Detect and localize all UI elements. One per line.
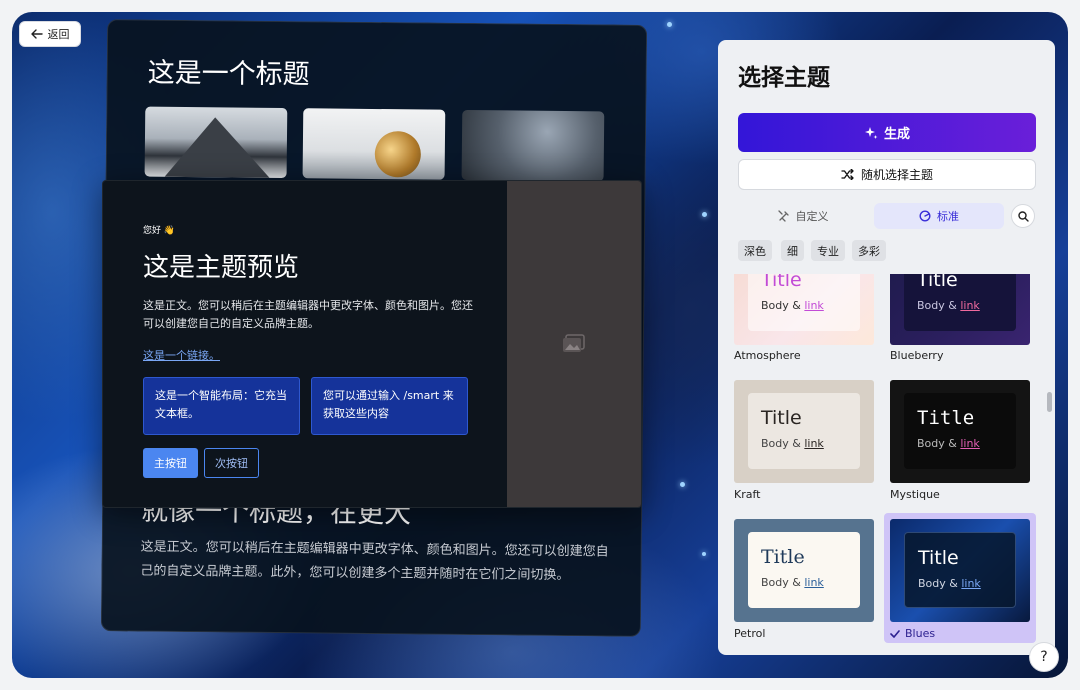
- content-body: 这是正文。您可以稍后在主题编辑器中更改字体、颜色和图片。您还可以创建您自己的自定…: [140, 536, 610, 589]
- theme-title: Title: [917, 407, 1003, 429]
- mountain-image: [145, 107, 288, 178]
- scrollbar[interactable]: [1047, 392, 1052, 412]
- filter-chip-thin[interactable]: 细: [781, 240, 804, 261]
- background-sparkle: [680, 482, 685, 487]
- theme-name: Kraft: [734, 488, 760, 501]
- theme-grid: Title Body & link Atmosphere Title Body …: [730, 274, 1050, 655]
- filter-chip-dark[interactable]: 深色: [738, 240, 772, 261]
- theme-title: Title: [761, 546, 847, 568]
- astronaut-image: [303, 108, 446, 179]
- smart-layout-box: 您可以通过输入 /smart 来获取这些内容: [311, 377, 468, 435]
- primary-button[interactable]: 主按钮: [143, 448, 198, 478]
- theme-title: Title: [918, 547, 1002, 569]
- theme-name: Petrol: [734, 627, 765, 640]
- panel-title: 选择主题: [738, 58, 830, 92]
- back-button[interactable]: 返回: [19, 21, 81, 47]
- generate-button[interactable]: 生成: [738, 113, 1036, 152]
- starry-sky-image: [462, 110, 605, 181]
- theme-body: Body &: [761, 299, 804, 312]
- theme-link: link: [961, 577, 980, 590]
- random-theme-label: 随机选择主题: [861, 166, 933, 183]
- tab-standard-label: 标准: [937, 208, 959, 224]
- theme-card-blueberry[interactable]: Title Body & link: [890, 274, 1030, 345]
- sparkle-icon: [864, 126, 878, 140]
- preview-greeting: 您好 👋: [143, 223, 175, 236]
- theme-body: Body &: [761, 437, 804, 450]
- image-icon: [562, 334, 586, 354]
- theme-card-blues[interactable]: Title Body & link: [890, 519, 1030, 622]
- theme-link: link: [960, 299, 979, 312]
- preview-title: 这是主题预览: [143, 247, 299, 284]
- tab-custom[interactable]: 自定义: [738, 203, 868, 229]
- app-frame: 返回 这是一个标题 就像一个标题，在更大 这是正文。您可以稍后在主题编辑器中更改…: [12, 12, 1068, 678]
- theme-panel: 选择主题 生成 随机选择主题 自定义 标准 深色 细 专业 多彩: [718, 40, 1055, 655]
- preview-link[interactable]: 这是一个链接。: [143, 347, 220, 363]
- theme-title: Title: [761, 274, 847, 291]
- tools-icon: [778, 210, 790, 222]
- theme-name: Atmosphere: [734, 349, 801, 362]
- theme-body: Body &: [761, 576, 804, 589]
- tab-custom-label: 自定义: [796, 208, 829, 224]
- secondary-button[interactable]: 次按钮: [204, 448, 259, 478]
- theme-link: link: [804, 437, 823, 450]
- page-title: 这是一个标题: [147, 51, 309, 92]
- random-theme-button[interactable]: 随机选择主题: [738, 159, 1036, 190]
- arrow-left-icon: [31, 29, 43, 39]
- background-sparkle: [702, 552, 706, 556]
- palette-icon: [919, 210, 931, 222]
- background-sparkle: [667, 22, 672, 27]
- theme-name-selected: Blues: [890, 627, 935, 640]
- smart-layout-box: 这是一个智能布局：它充当文本框。: [143, 377, 300, 435]
- theme-link: link: [804, 299, 823, 312]
- theme-name: Blueberry: [890, 349, 943, 362]
- help-button[interactable]: ?: [1029, 642, 1059, 672]
- search-button[interactable]: [1011, 204, 1035, 228]
- theme-body: Body &: [918, 577, 961, 590]
- theme-body: Body &: [917, 299, 960, 312]
- check-icon: [890, 630, 900, 638]
- preview-body: 这是正文。您可以稍后在主题编辑器中更改字体、颜色和图片。您还可以创建您自己的自定…: [143, 297, 473, 333]
- theme-card-atmosphere[interactable]: Title Body & link: [734, 274, 874, 345]
- filter-chip-professional[interactable]: 专业: [811, 240, 845, 261]
- theme-title: Title: [761, 407, 847, 429]
- theme-card-mystique[interactable]: Title Body & link: [890, 380, 1030, 483]
- theme-body: Body &: [917, 437, 960, 450]
- filter-chip-colorful[interactable]: 多彩: [852, 240, 886, 261]
- tab-standard[interactable]: 标准: [874, 203, 1004, 229]
- search-icon: [1018, 211, 1029, 222]
- generate-label: 生成: [884, 123, 910, 142]
- theme-card-petrol[interactable]: Title Body & link: [734, 519, 874, 622]
- shuffle-icon: [841, 169, 854, 180]
- theme-name: Mystique: [890, 488, 940, 501]
- theme-title: Title: [917, 274, 1003, 291]
- theme-card-kraft[interactable]: Title Body & link: [734, 380, 874, 483]
- image-placeholder: [507, 181, 641, 507]
- theme-preview-card: 您好 👋 这是主题预览 这是正文。您可以稍后在主题编辑器中更改字体、颜色和图片。…: [102, 180, 642, 508]
- back-button-label: 返回: [48, 26, 70, 42]
- theme-link: link: [960, 437, 979, 450]
- theme-name: Blues: [905, 627, 935, 640]
- theme-link: link: [804, 576, 823, 589]
- background-sparkle: [702, 212, 707, 217]
